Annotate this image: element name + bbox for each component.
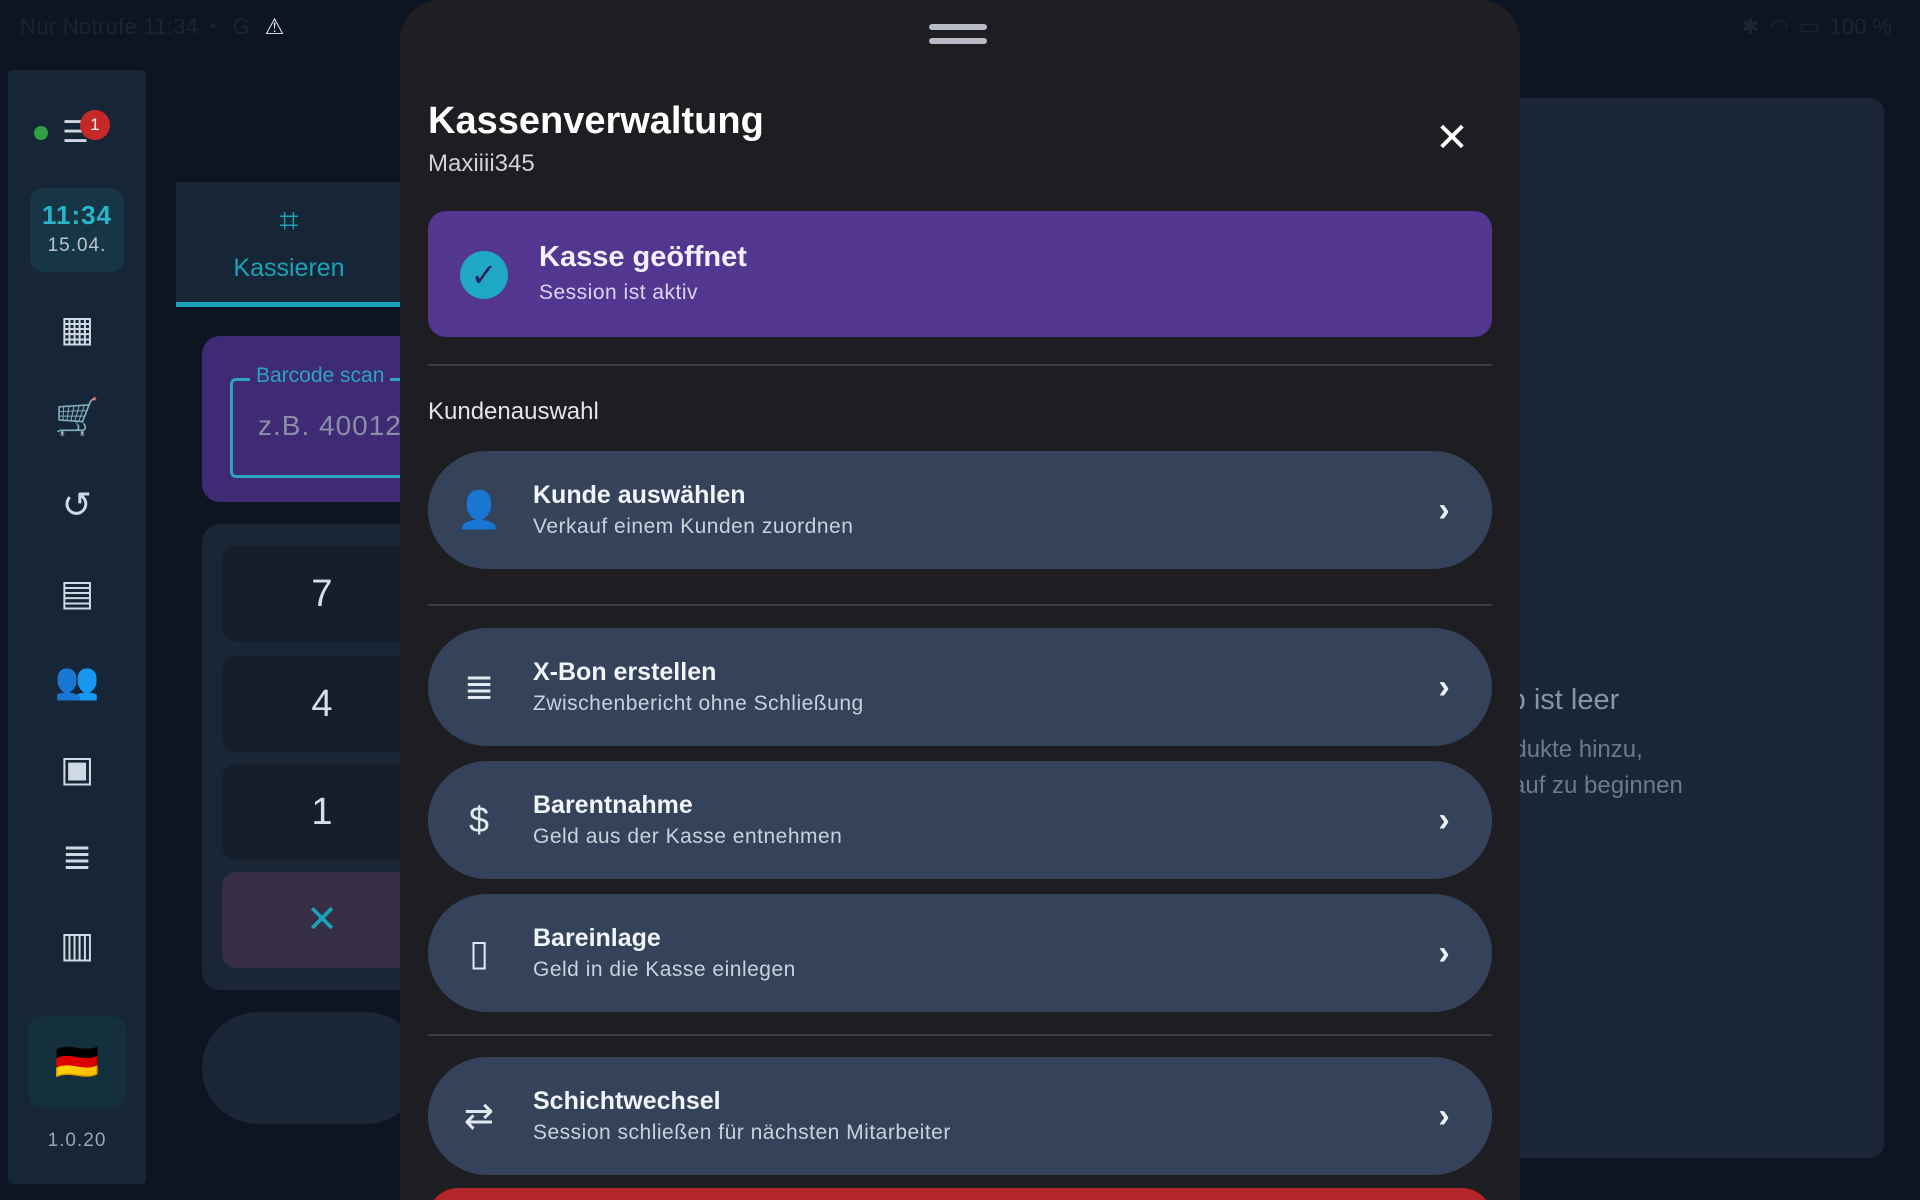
money-off-icon: $ [468,799,490,840]
status-text: Nur Notrufe 11:34 [20,14,199,39]
clear-key[interactable]: ✕ [222,872,422,968]
status-bar-left: Nur Notrufe 11:34 ◔ G ⚠ [20,14,285,40]
history-icon[interactable]: ↺ [54,482,100,528]
sheet-subtitle: Maxiiii345 [428,150,535,177]
notification-badge: 1 [80,110,110,140]
tab-kassieren[interactable] [176,182,406,306]
battery-level: 100 % [1829,14,1892,39]
divider [428,1034,1492,1036]
key-1[interactable]: 1 [222,764,422,860]
dashboard-icon[interactable]: ▦ [54,306,100,352]
row-subtitle: Verkauf einem Kunden zuordnen [533,515,854,538]
cash-management-sheet: Kassenverwaltung Maxiiii345 ✕ ✓ Kasse ge… [400,0,1520,1200]
clock-time: 11:34 [41,200,113,230]
checkout-action-button[interactable] [202,1012,422,1124]
cart-panel [1500,98,1884,1158]
chevron-right-icon: › [1438,491,1450,529]
section-label: Kundenauswahl [428,398,599,425]
status-title: Kasse geöffnet [539,241,747,273]
clock-date: 15.04. [47,235,107,256]
tab-indicator [176,302,406,307]
cart-icon[interactable]: 🛒 [54,394,100,440]
row-title: X-Bon erstellen [533,658,717,686]
check-circle-icon: ✓ [460,251,508,299]
reports-icon[interactable]: ▥ [54,922,100,968]
row-subtitle: Session schließen für nächsten Mitarbeit… [533,1121,951,1144]
row-subtitle: Geld in die Kasse einlegen [533,958,796,981]
row-subtitle: Zwischenbericht ohne Schließung [533,692,864,715]
row-subtitle: Geld aus der Kasse entnehmen [533,825,843,848]
status-subtitle: Session ist aktiv [539,281,699,304]
chevron-right-icon: › [1438,668,1450,706]
drag-handle-line [929,38,987,44]
qr-scan-icon: ⌗ [279,202,299,240]
divider [428,364,1492,366]
cash-100-icon: ▯ [469,932,489,973]
select-customer-button[interactable]: 👤 Kunde auswählen Verkauf einem Kunden z… [428,451,1492,569]
row-title: Schichtwechsel [533,1087,721,1115]
battery-icon: ▭ [1798,14,1820,39]
bluetooth-icon: ✱ [1741,14,1760,39]
chevron-right-icon: › [1438,1097,1450,1135]
status-bar-right: ✱ ◠ ▭ 100 % [1741,14,1892,40]
sheet-title: Kassenverwaltung [428,100,764,142]
language-switch[interactable]: 🇩🇪 [28,1016,126,1108]
warning-icon: ⚠ [264,14,285,39]
cash-withdrawal-button[interactable]: $ Barentnahme Geld aus der Kasse entnehm… [428,761,1492,879]
row-title: Bareinlage [533,924,661,952]
barcode-label: Barcode scan [250,364,391,388]
chevron-right-icon: › [1438,934,1450,972]
receipt-icon: ≣ [463,666,495,707]
chevron-right-icon: › [1438,801,1450,839]
register-status-card: ✓ Kasse geöffnet Session ist aktiv [428,211,1492,337]
archive-icon[interactable]: ▤ [54,570,100,616]
barcode-placeholder: z.B. 40012 [258,410,402,441]
customers-icon[interactable]: 👥 [54,658,100,704]
alarm-icon: ◔ [204,14,219,39]
row-title: Barentnahme [533,791,693,819]
g-icon: G [232,14,251,39]
online-status-dot [34,126,48,140]
key-7[interactable]: 7 [222,546,422,642]
key-4[interactable]: 4 [222,656,422,752]
close-register-button[interactable] [428,1188,1492,1200]
cash-deposit-button[interactable]: ▯ Bareinlage Geld in die Kasse einlegen … [428,894,1492,1012]
wifi-icon: ◠ [1769,14,1789,39]
calendar-icon[interactable]: ▣ [54,746,100,792]
close-icon[interactable]: ✕ [1430,116,1474,160]
shift-change-button[interactable]: ⇄ Schichtwechsel Session schließen für n… [428,1057,1492,1175]
drag-handle[interactable] [929,24,987,30]
divider [428,604,1492,606]
x-receipt-button[interactable]: ≣ X-Bon erstellen Zwischenbericht ohne S… [428,628,1492,746]
swap-icon: ⇄ [463,1095,495,1136]
add-person-icon: 👤 [456,489,502,530]
clock-widget: 11:34 15.04. [30,188,124,272]
tab-kassieren-label: Kassieren [233,254,345,282]
row-title: Kunde auswählen [533,481,746,509]
app-version: 1.0.20 [47,1130,107,1151]
receipt-icon[interactable]: ≣ [54,834,100,880]
